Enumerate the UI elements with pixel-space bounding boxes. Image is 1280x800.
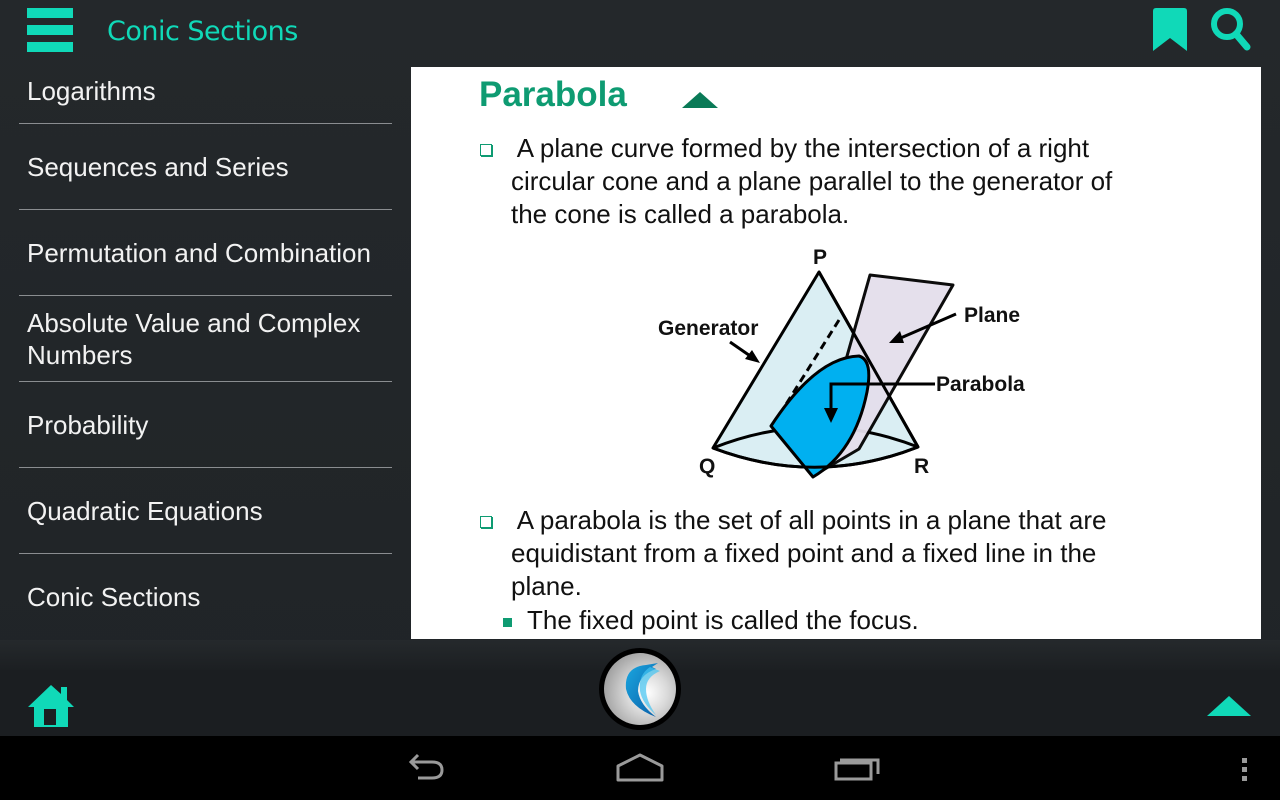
overflow-menu-icon[interactable] [1236,756,1254,789]
paragraph-line: plane. [511,571,582,601]
sidebar-item-sequences-and-series[interactable]: Sequences and Series [19,124,392,210]
sidebar-item-permutation-and-combination[interactable]: Permutation and Combination [19,210,392,296]
label-base-q: Q [699,455,715,478]
paragraph-line: the cone is called a parabola. [511,199,850,229]
triangle-up-icon [1207,696,1251,716]
filled-square-bullet-icon [503,618,512,627]
home-icon[interactable] [27,683,75,729]
page-title: Conic Sections [107,16,298,47]
sidebar-item-quadratic-equations[interactable]: Quadratic Equations [19,468,392,554]
collapse-section-button[interactable] [681,91,719,109]
label-base-r: R [914,455,929,478]
parabola-cone-diagram: P Q R Generator Plane Parabola [658,246,1025,479]
triangle-up-icon [682,92,718,108]
sidebar-item-absolute-value-and-complex-numbers[interactable]: Absolute Value and Complex Numbers [19,296,392,382]
search-icon[interactable] [1209,6,1253,54]
top-app-bar: Conic Sections [0,0,1280,66]
recent-apps-icon[interactable] [832,750,884,791]
paragraph-line: equidistant from a fixed point and a fix… [511,538,1097,568]
app-logo-button[interactable] [599,648,681,730]
system-navigation-bar [0,736,1280,800]
sidebar-item-label: Conic Sections [27,582,201,612]
paragraph-definition: A plane curve formed by the intersection… [511,132,1201,231]
sidebar-topic-list[interactable]: Logarithms Sequences and Series Permutat… [0,66,410,640]
label-generator: Generator [658,317,758,340]
sub-bullet-focus: The fixed point is called the focus. [527,605,919,635]
sidebar-item-logarithms[interactable]: Logarithms [19,66,392,124]
sidebar-item-conic-sections[interactable]: Conic Sections [19,554,392,640]
bookmark-icon[interactable] [1151,8,1189,52]
sidebar-item-label: Permutation and Combination [27,237,371,268]
sidebar-item-probability[interactable]: Probability [19,382,392,468]
sidebar-item-label: Absolute Value and Complex Numbers [27,307,361,370]
sidebar-item-label: Quadratic Equations [27,495,263,526]
paragraph-line: A plane curve formed by the intersection… [511,133,1090,163]
back-icon[interactable] [400,750,448,791]
label-apex-p: P [813,246,827,269]
section-title: Parabola [479,75,627,114]
sidebar-item-label: Probability [27,409,149,440]
home-outline-icon[interactable] [614,750,666,791]
label-parabola: Parabola [936,373,1025,396]
paragraph-locus-definition: A parabola is the set of all points in a… [511,504,1201,603]
sidebar-item-label: Logarithms [27,75,156,106]
app-root: Conic Sections Logarithms Sequences and … [0,0,1280,736]
content-panel[interactable]: Parabola A plane curve formed by the int… [411,67,1261,639]
hollow-square-bullet-icon [480,144,492,156]
sidebar-item-label: Sequences and Series [27,151,289,182]
label-plane: Plane [964,304,1020,327]
app-logo-icon [604,653,676,725]
paragraph-line: A parabola is the set of all points in a… [511,505,1107,535]
hamburger-menu-icon[interactable] [27,8,74,53]
hollow-square-bullet-icon [480,516,492,528]
scroll-to-top-button[interactable] [1205,694,1253,718]
paragraph-line: circular cone and a plane parallel to th… [511,166,1113,196]
